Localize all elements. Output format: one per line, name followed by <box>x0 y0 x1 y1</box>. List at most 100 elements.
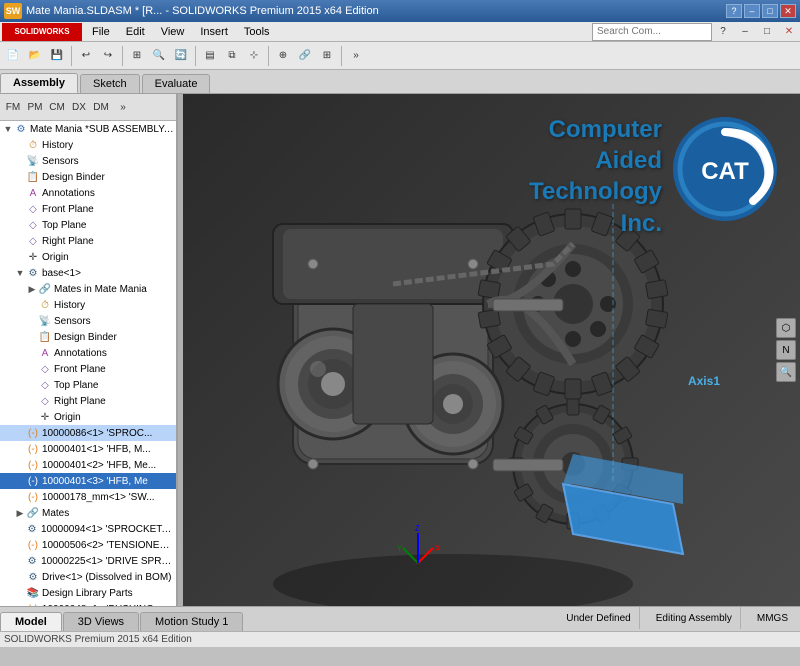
tree-item-binder-2[interactable]: 📋 Design Binder <box>0 329 176 345</box>
menu-view[interactable]: View <box>153 22 193 41</box>
open-btn[interactable]: 📂 <box>24 45 46 67</box>
tab-3d-views[interactable]: 3D Views <box>63 612 139 631</box>
menu-file[interactable]: File <box>84 22 118 41</box>
view-zoom-btn[interactable]: 🔍 <box>776 362 796 382</box>
tree-item-base[interactable]: ▼ ⚙ base<1> <box>0 265 176 281</box>
undo-btn[interactable]: ↩ <box>75 45 97 67</box>
section-btn[interactable]: ⧉ <box>221 45 243 67</box>
sensor-icon-2: 📡 <box>38 314 52 328</box>
front-plane-label-2: Front Plane <box>54 364 106 375</box>
tree-item-front-plane-1[interactable]: ◇ Front Plane <box>0 201 176 217</box>
zoom-in-btn[interactable]: 🔍 <box>148 45 170 67</box>
help-icon[interactable]: ? <box>712 21 734 43</box>
mates-label: Mates <box>42 508 69 519</box>
property-manager-btn[interactable]: PM <box>24 96 46 118</box>
explode-btn[interactable]: ⊹ <box>243 45 265 67</box>
view-options-btn[interactable]: ▤ <box>199 45 221 67</box>
tree-item-part-401-2[interactable]: (-) 10000401<2> 'HFB, Me... <box>0 457 176 473</box>
tree-item-top-plane-1[interactable]: ◇ Top Plane <box>0 217 176 233</box>
triad: X Y Z <box>393 523 443 576</box>
minimize-btn[interactable]: – <box>744 4 760 18</box>
tree-item-part-401-3[interactable]: (-) 10000401<3> 'HFB, Me <box>0 473 176 489</box>
tree-item-part-401-1[interactable]: (-) 10000401<1> 'HFB, M... <box>0 441 176 457</box>
top-plane-label-2: Top Plane <box>54 380 98 391</box>
restore-icon[interactable]: □ <box>756 21 778 43</box>
help-btn[interactable]: ? <box>726 4 742 18</box>
tree-item-origin-2[interactable]: ✛ Origin <box>0 409 176 425</box>
design-lib-icon: 📚 <box>26 586 40 600</box>
design-lib-label: Design Library Parts <box>42 588 133 599</box>
mates-in-expand[interactable]: ▶ <box>26 283 38 295</box>
close-icon[interactable]: ✕ <box>778 21 800 43</box>
maximize-btn[interactable]: □ <box>762 4 778 18</box>
tree-item-part-506-2[interactable]: (-) 10000506<2> 'TENSIONER... <box>0 537 176 553</box>
tree-item-binder-1[interactable]: 📋 Design Binder <box>0 169 176 185</box>
rotate-btn[interactable]: 🔄 <box>170 45 192 67</box>
minimize-icon[interactable]: – <box>734 21 756 43</box>
tree-item-part-225[interactable]: ⚙ 10000225<1> 'DRIVE SPROC... <box>0 553 176 569</box>
panel-toolbar: FM PM CM DX DM » <box>0 94 176 121</box>
tree-item-part-94[interactable]: ⚙ 10000094<1> 'SPROCKET, 45... <box>0 521 176 537</box>
redo-btn[interactable]: ↪ <box>97 45 119 67</box>
tab-evaluate[interactable]: Evaluate <box>142 74 211 93</box>
warning-icon-401-1: (-) <box>26 442 40 456</box>
tree-item-mates[interactable]: ▶ 🔗 Mates <box>0 505 176 521</box>
tab-assembly[interactable]: Assembly <box>0 73 78 93</box>
annotation-icon-1: A <box>26 186 40 200</box>
pattern-btn[interactable]: ⊞ <box>316 45 338 67</box>
config-manager-btn[interactable]: CM <box>46 96 68 118</box>
tree-item-part-178[interactable]: (-) 10000178_mm<1> 'SW... <box>0 489 176 505</box>
top-plane-label-1: Top Plane <box>42 220 86 231</box>
svg-text:Z: Z <box>415 524 420 533</box>
assembly-icon: ⚙ <box>14 122 28 136</box>
new-btn[interactable]: 📄 <box>2 45 24 67</box>
base-label: base<1> <box>42 268 81 279</box>
tab-model[interactable]: Model <box>0 612 62 631</box>
drive-label: Drive<1> (Dissolved in BOM) <box>42 572 171 583</box>
base-expand[interactable]: ▼ <box>14 267 26 279</box>
close-btn[interactable]: ✕ <box>780 4 796 18</box>
tree-item-history-2[interactable]: ⏱ History <box>0 297 176 313</box>
more-btn[interactable]: » <box>345 45 367 67</box>
tree-item-top-plane-2[interactable]: ◇ Top Plane <box>0 377 176 393</box>
view-normal-btn[interactable]: N <box>776 340 796 360</box>
tree-item-sensors-2[interactable]: 📡 Sensors <box>0 313 176 329</box>
zoom-fit-btn[interactable]: ⊞ <box>126 45 148 67</box>
dim-xpert-btn[interactable]: DX <box>68 96 90 118</box>
feature-tree-panel: FM PM CM DX DM » ▼ ⚙ Mate Mania *SUB ASS… <box>0 94 178 606</box>
tree-root[interactable]: ▼ ⚙ Mate Mania *SUB ASSEMBLY, LH RE... <box>0 121 176 137</box>
plane-icon-right-2: ◇ <box>38 394 52 408</box>
tab-sketch[interactable]: Sketch <box>80 74 140 93</box>
tab-motion-study[interactable]: Motion Study 1 <box>140 612 243 631</box>
menu-insert[interactable]: Insert <box>192 22 236 41</box>
tree-item-right-plane-1[interactable]: ◇ Right Plane <box>0 233 176 249</box>
view-cube-btn[interactable]: ⬡ <box>776 318 796 338</box>
mate-btn[interactable]: 🔗 <box>294 45 316 67</box>
search-input[interactable] <box>592 23 712 41</box>
tree-item-drive[interactable]: ⚙ Drive<1> (Dissolved in BOM) <box>0 569 176 585</box>
viewport[interactable]: Computer Aided Technology Inc. <box>183 94 800 606</box>
display-manager-btn[interactable]: DM <box>90 96 112 118</box>
tree-item-sensors-1[interactable]: 📡 Sensors <box>0 153 176 169</box>
menu-edit[interactable]: Edit <box>118 22 153 41</box>
root-label: Mate Mania *SUB ASSEMBLY, LH RE... <box>30 124 174 135</box>
save-btn[interactable]: 💾 <box>46 45 68 67</box>
tree-item-right-plane-2[interactable]: ◇ Right Plane <box>0 393 176 409</box>
root-expand[interactable]: ▼ <box>2 123 14 135</box>
add-component-btn[interactable]: ⊕ <box>272 45 294 67</box>
tree-item-history-1[interactable]: ⏱ History <box>0 137 176 153</box>
menu-tools[interactable]: Tools <box>236 22 278 41</box>
front-plane-label-1: Front Plane <box>42 204 94 215</box>
tree-item-design-lib[interactable]: 📚 Design Library Parts <box>0 585 176 601</box>
status-bar: Under Defined Editing Assembly MMGS <box>554 607 800 629</box>
tree-item-origin-1[interactable]: ✛ Origin <box>0 249 176 265</box>
tree-item-part-86[interactable]: (-) 10000086<1> 'SPROC... <box>0 425 176 441</box>
panel-more-btn[interactable]: » <box>112 96 134 118</box>
tree-item-mates-in[interactable]: ▶ 🔗 Mates in Mate Mania <box>0 281 176 297</box>
tree-item-annotations-1[interactable]: A Annotations <box>0 185 176 201</box>
tree-item-annotations-2[interactable]: A Annotations <box>0 345 176 361</box>
feature-manager-btn[interactable]: FM <box>2 96 24 118</box>
sensor-label-2: Sensors <box>54 316 91 327</box>
origin-icon-2: ✛ <box>38 410 52 424</box>
tree-item-front-plane-2[interactable]: ◇ Front Plane <box>0 361 176 377</box>
